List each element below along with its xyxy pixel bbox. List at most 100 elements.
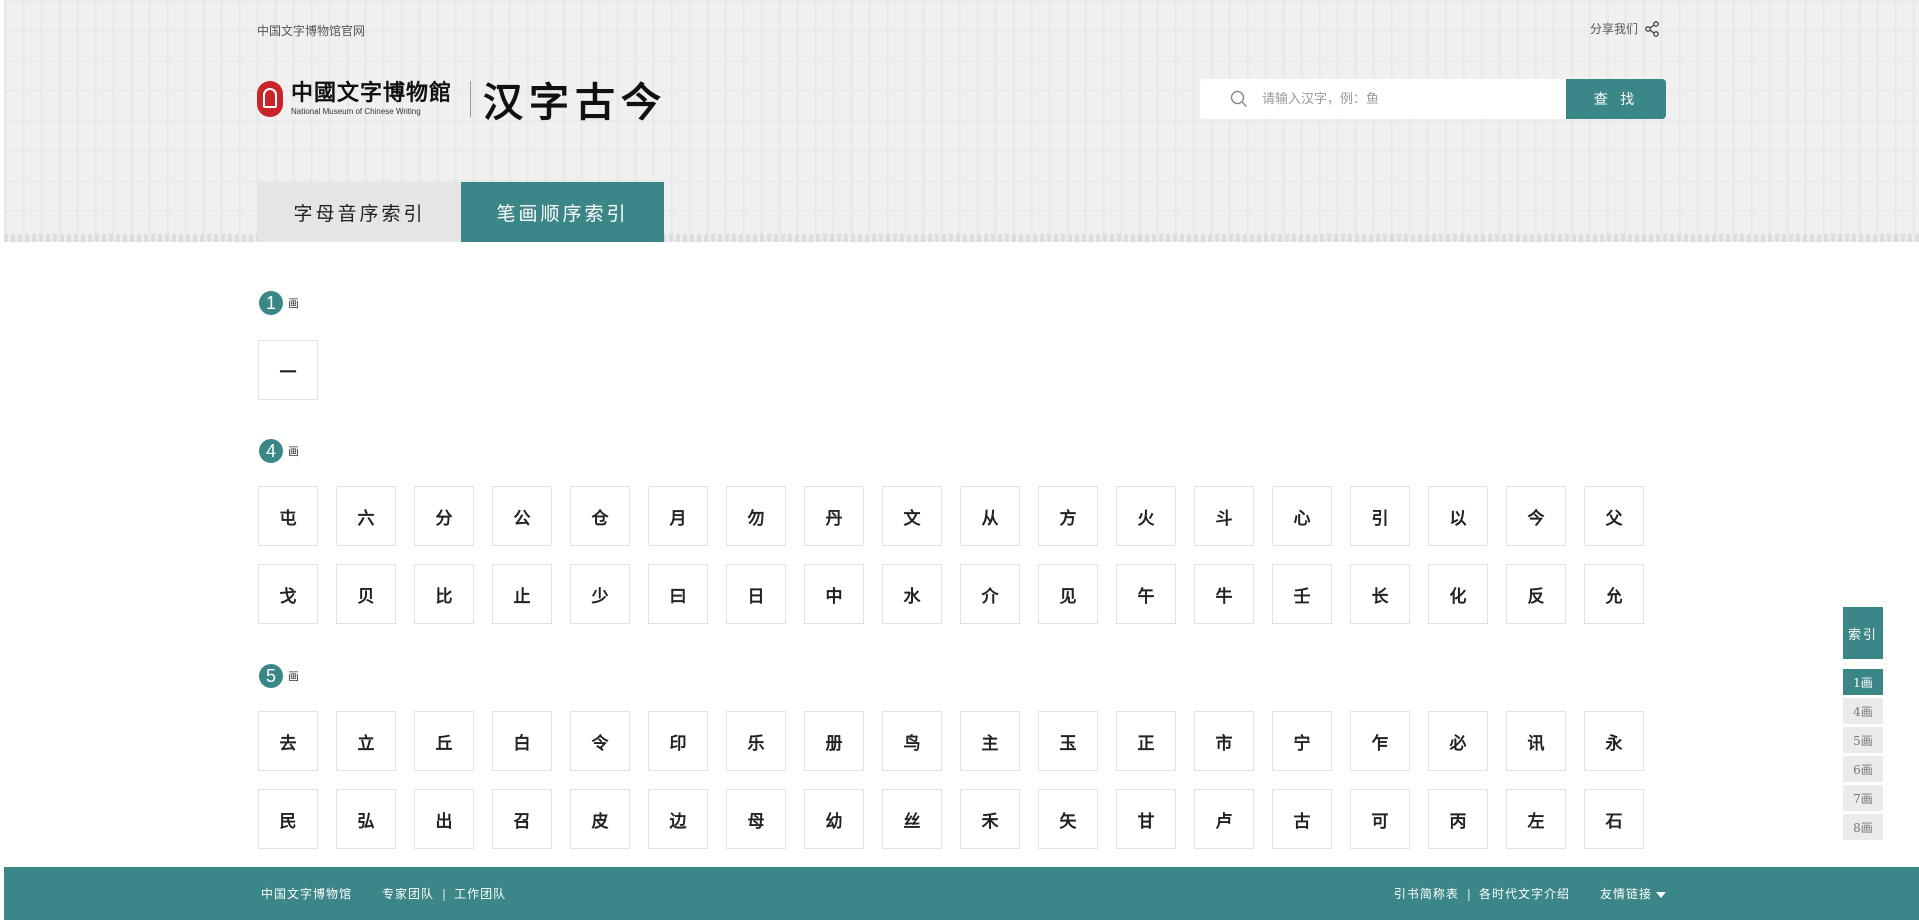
char-cell[interactable]: 去 (258, 711, 318, 771)
char-cell[interactable]: 左 (1506, 789, 1566, 849)
char-cell[interactable]: 乍 (1350, 711, 1410, 771)
char-cell[interactable]: 壬 (1272, 564, 1332, 624)
char-cell[interactable]: 主 (960, 711, 1020, 771)
char-cell[interactable]: 永 (1584, 711, 1644, 771)
char-cell[interactable]: 曰 (648, 564, 708, 624)
char-cell[interactable]: 白 (492, 711, 552, 771)
char-cell[interactable]: 宁 (1272, 711, 1332, 771)
char-cell[interactable]: 屯 (258, 486, 318, 546)
char-cell[interactable]: 丙 (1428, 789, 1488, 849)
char-cell[interactable]: 牛 (1194, 564, 1254, 624)
char-cell[interactable]: 甘 (1116, 789, 1176, 849)
side-index-item-8[interactable]: 8画 (1843, 814, 1883, 840)
search-box (1200, 79, 1566, 119)
char-cell[interactable]: 鸟 (882, 711, 942, 771)
char-cell[interactable]: 引 (1350, 486, 1410, 546)
site-title: 汉字古今 (483, 79, 668, 126)
char-cell[interactable]: 禾 (960, 789, 1020, 849)
char-cell[interactable]: 玉 (1038, 711, 1098, 771)
char-cell[interactable]: 文 (882, 486, 942, 546)
char-cell[interactable]: 化 (1428, 564, 1488, 624)
char-cell[interactable]: 见 (1038, 564, 1098, 624)
char-cell[interactable]: 民 (258, 789, 318, 849)
char-cell[interactable]: 矢 (1038, 789, 1098, 849)
char-cell[interactable]: 古 (1272, 789, 1332, 849)
footer-link-era-scripts[interactable]: 各时代文字介绍 (1479, 885, 1570, 902)
char-cell[interactable]: 一 (258, 340, 318, 400)
char-cell[interactable]: 止 (492, 564, 552, 624)
char-cell[interactable]: 令 (570, 711, 630, 771)
char-cell[interactable]: 少 (570, 564, 630, 624)
char-cell[interactable]: 丝 (882, 789, 942, 849)
char-cell[interactable]: 必 (1428, 711, 1488, 771)
char-row: 民弘出召皮边母幼丝禾矢甘卢古可丙左石 (258, 789, 1644, 849)
char-cell[interactable]: 斗 (1194, 486, 1254, 546)
char-cell[interactable]: 勿 (726, 486, 786, 546)
char-cell[interactable]: 印 (648, 711, 708, 771)
char-cell[interactable]: 贝 (336, 564, 396, 624)
char-cell[interactable]: 分 (414, 486, 474, 546)
char-cell[interactable]: 幼 (804, 789, 864, 849)
char-cell[interactable]: 仓 (570, 486, 630, 546)
char-cell[interactable]: 可 (1350, 789, 1410, 849)
char-cell[interactable]: 石 (1584, 789, 1644, 849)
char-cell[interactable]: 父 (1584, 486, 1644, 546)
side-index-item-5[interactable]: 5画 (1843, 727, 1883, 753)
char-cell[interactable]: 长 (1350, 564, 1410, 624)
tab-pinyin-index[interactable]: 字母音序索引 (258, 182, 461, 242)
char-cell[interactable]: 召 (492, 789, 552, 849)
char-cell[interactable]: 反 (1506, 564, 1566, 624)
logo-divider (470, 81, 472, 117)
char-cell[interactable]: 从 (960, 486, 1020, 546)
side-index-item-1[interactable]: 1画 (1843, 669, 1883, 695)
char-cell[interactable]: 立 (336, 711, 396, 771)
search-input[interactable] (1262, 91, 1542, 107)
char-cell[interactable]: 方 (1038, 486, 1098, 546)
side-index-item-7[interactable]: 7画 (1843, 785, 1883, 811)
char-cell[interactable]: 午 (1116, 564, 1176, 624)
side-index-item-4[interactable]: 4画 (1843, 698, 1883, 724)
section-header-1-stroke: 1 画 (259, 291, 299, 315)
char-cell[interactable]: 心 (1272, 486, 1332, 546)
char-cell[interactable]: 市 (1194, 711, 1254, 771)
side-index-item-6[interactable]: 6画 (1843, 756, 1883, 782)
search-button[interactable]: 查 找 (1566, 79, 1666, 119)
char-cell[interactable]: 正 (1116, 711, 1176, 771)
official-site-link[interactable]: 中国文字博物馆官网 (257, 22, 365, 39)
char-cell[interactable]: 比 (414, 564, 474, 624)
char-cell[interactable]: 卢 (1194, 789, 1254, 849)
footer-link-experts[interactable]: 专家团队 (382, 885, 434, 902)
char-cell[interactable]: 丹 (804, 486, 864, 546)
char-cell[interactable]: 乐 (726, 711, 786, 771)
char-cell[interactable]: 今 (1506, 486, 1566, 546)
char-cell[interactable]: 公 (492, 486, 552, 546)
char-cell[interactable]: 册 (804, 711, 864, 771)
site-logo[interactable]: 中國文字博物館 National Museum of Chinese Writi… (257, 76, 667, 126)
char-cell[interactable]: 火 (1116, 486, 1176, 546)
char-cell[interactable]: 水 (882, 564, 942, 624)
char-cell[interactable]: 允 (1584, 564, 1644, 624)
char-cell[interactable]: 皮 (570, 789, 630, 849)
char-cell[interactable]: 六 (336, 486, 396, 546)
char-cell[interactable]: 以 (1428, 486, 1488, 546)
footer-link-museum[interactable]: 中国文字博物馆 (261, 885, 352, 902)
share-button[interactable]: 分享我们 (1590, 20, 1660, 37)
section-label: 画 (288, 670, 299, 683)
char-cell[interactable]: 中 (804, 564, 864, 624)
char-cell[interactable]: 月 (648, 486, 708, 546)
char-cell[interactable]: 丘 (414, 711, 474, 771)
char-cell[interactable]: 出 (414, 789, 474, 849)
char-cell[interactable]: 日 (726, 564, 786, 624)
side-index-nav: 索引 1画 4画 5画 6画 7画 8画 (1843, 607, 1883, 843)
char-cell[interactable]: 戈 (258, 564, 318, 624)
footer-link-citations[interactable]: 引书简称表 (1394, 885, 1459, 902)
char-cell[interactable]: 弘 (336, 789, 396, 849)
char-cell[interactable]: 母 (726, 789, 786, 849)
friend-links-dropdown[interactable]: 友情链接 (1600, 885, 1666, 902)
index-tabs: 字母音序索引 笔画顺序索引 (258, 182, 664, 242)
footer-link-team[interactable]: 工作团队 (454, 885, 506, 902)
tab-stroke-index[interactable]: 笔画顺序索引 (461, 182, 664, 242)
char-cell[interactable]: 讯 (1506, 711, 1566, 771)
char-cell[interactable]: 介 (960, 564, 1020, 624)
char-cell[interactable]: 边 (648, 789, 708, 849)
